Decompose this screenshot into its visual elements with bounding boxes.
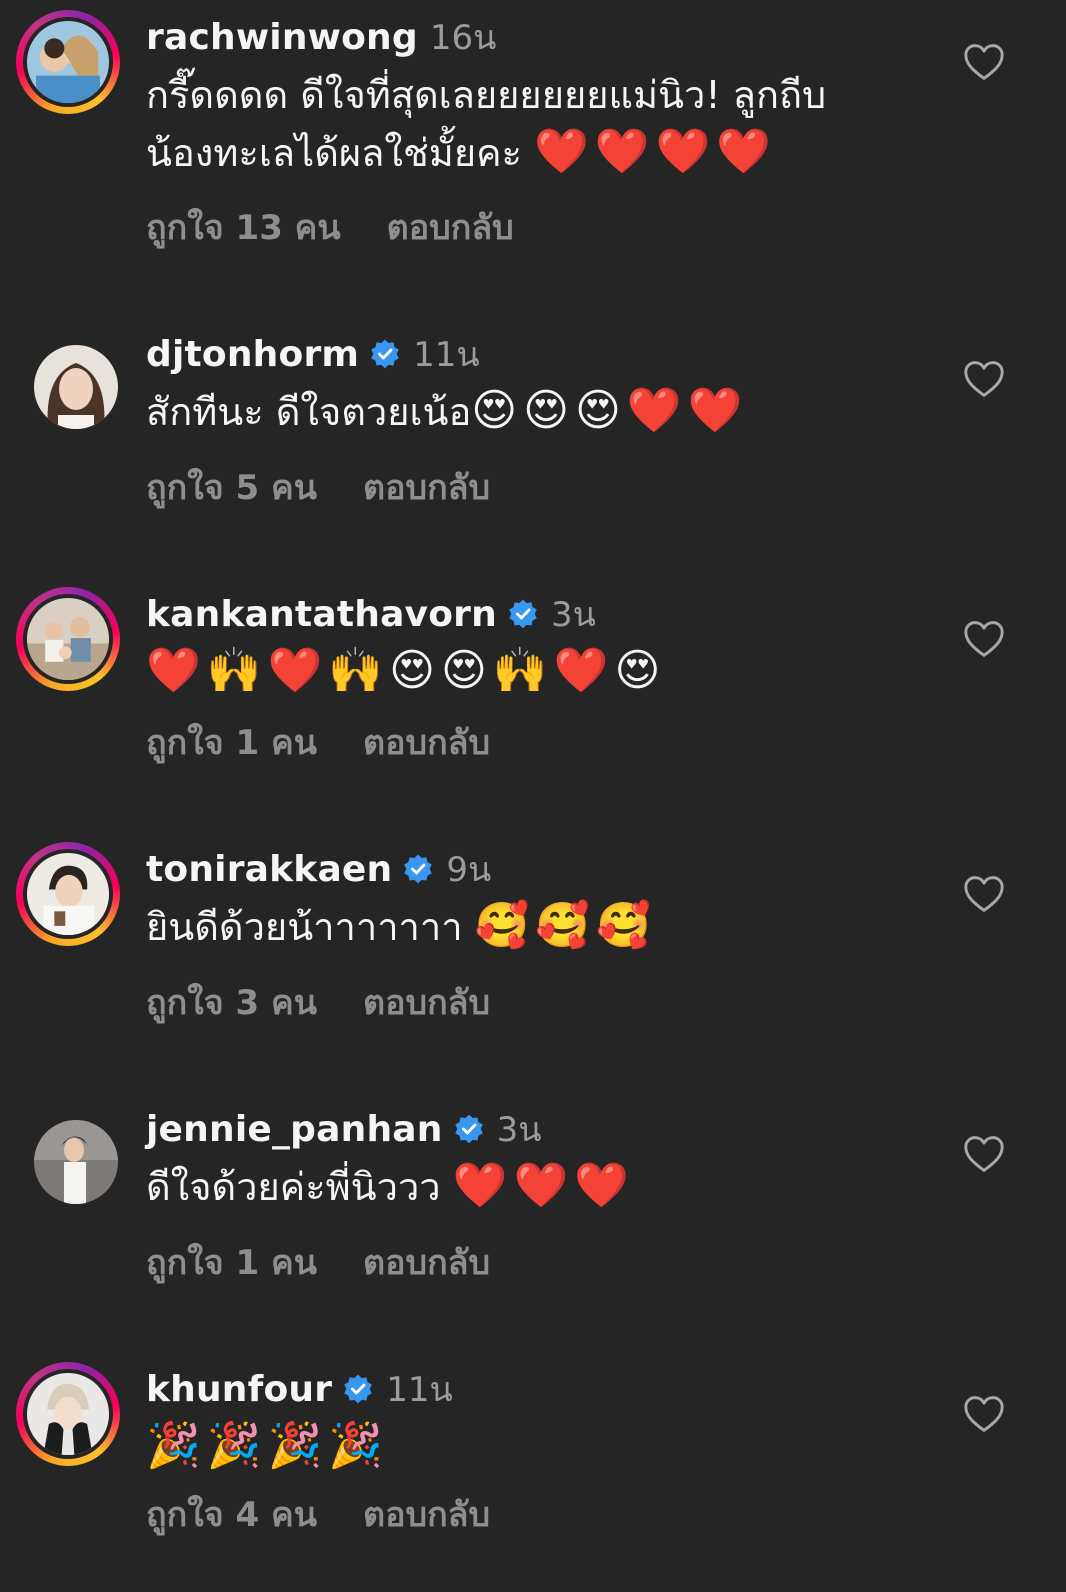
reply-button[interactable]: ตอบกลับ — [363, 715, 490, 769]
comment-emoji: 😍😍😍❤️❤️ — [471, 385, 749, 436]
comment-header: rachwinwong 16น — [146, 12, 496, 62]
comment-body: สักทีนะ ดีใจตวยเน้อ — [146, 390, 472, 434]
likes-count-link[interactable]: ถูกใจ 3 คน — [146, 975, 317, 1029]
comment-actions: ถูกใจ 1 คน ตอบกลับ — [146, 1238, 490, 1286]
username-link[interactable]: tonirakkaen — [146, 849, 392, 890]
comment-emoji: ❤️❤️❤️ — [452, 1160, 636, 1211]
verified-badge-icon — [402, 853, 434, 885]
avatar-story-ring[interactable] — [16, 10, 120, 114]
timestamp: 16น — [429, 18, 497, 58]
heart-icon[interactable] — [962, 619, 1006, 659]
comment-header: jennie_panhan 3น — [146, 1104, 542, 1154]
timestamp: 3น — [496, 1110, 542, 1150]
verified-badge-icon — [453, 1113, 485, 1145]
comment-text: ยินดีด้วยน้าาาาาาา 🥰🥰🥰 — [146, 898, 936, 956]
verified-badge-icon — [369, 338, 401, 370]
comment-text: กรี๊ดดดด ดีใจที่สุดเลยยยยยยแม่นิว! ลูกถี… — [146, 66, 936, 182]
likes-count-link[interactable]: ถูกใจ 1 คน — [146, 715, 317, 769]
timestamp: 11น — [413, 335, 480, 375]
comment-actions: ถูกใจ 4 คน ตอบกลับ — [146, 1490, 490, 1538]
username-link[interactable]: rachwinwong — [146, 17, 418, 58]
avatar — [34, 345, 118, 429]
likes-count-link[interactable]: ถูกใจ 13 คน — [146, 200, 341, 254]
comment-item: djtonhorm 11น สักทีนะ ดีใจตวยเน้อ😍😍😍❤️❤️… — [0, 317, 1066, 557]
comment-body: ยินดีด้วยน้าาาาาาา — [146, 905, 475, 949]
likes-count-link[interactable]: ถูกใจ 1 คน — [146, 1235, 317, 1289]
heart-icon[interactable] — [962, 1134, 1006, 1174]
comment-text: ดีใจด้วยค่ะพี่นิววว ❤️❤️❤️ — [146, 1158, 936, 1216]
comment-emoji: ❤️❤️❤️❤️ — [534, 126, 778, 177]
comment-text: ❤️🙌❤️🙌😍😍🙌❤️😍 — [146, 643, 936, 701]
username-link[interactable]: jennie_panhan — [146, 1109, 443, 1150]
comment-emoji: 🥰🥰🥰 — [474, 900, 657, 951]
heart-icon[interactable] — [962, 359, 1006, 399]
comment-item: rachwinwong 16น กรี๊ดดดด ดีใจที่สุดเลยยย… — [0, 0, 1066, 248]
reply-button[interactable]: ตอบกลับ — [363, 1235, 490, 1289]
likes-count-link[interactable]: ถูกใจ 5 คน — [146, 460, 317, 514]
avatar-frame[interactable] — [16, 327, 120, 431]
heart-icon[interactable] — [962, 42, 1006, 82]
verified-badge-icon — [342, 1373, 374, 1405]
likes-count-link[interactable]: ถูกใจ 4 คน — [146, 1487, 317, 1541]
username-link[interactable]: kankantathavorn — [146, 594, 497, 635]
avatar — [23, 17, 113, 107]
comment-header: kankantathavorn 3น — [146, 589, 596, 639]
comment-actions: ถูกใจ 1 คน ตอบกลับ — [146, 718, 490, 766]
avatar-story-ring[interactable] — [16, 587, 120, 691]
comment-header: tonirakkaen 9น — [146, 844, 491, 894]
heart-icon[interactable] — [962, 1394, 1006, 1434]
timestamp: 3น — [550, 595, 596, 635]
timestamp: 11น — [386, 1370, 453, 1410]
reply-button[interactable]: ตอบกลับ — [387, 200, 514, 254]
heart-icon[interactable] — [962, 874, 1006, 914]
comment-header: khunfour 11น — [146, 1364, 453, 1414]
comment-body: ดีใจด้วยค่ะพี่นิววว — [146, 1165, 453, 1209]
comment-header: djtonhorm 11น — [146, 329, 480, 379]
username-link[interactable]: khunfour — [146, 1369, 332, 1410]
timestamp: 9น — [446, 850, 492, 890]
comment-actions: ถูกใจ 13 คน ตอบกลับ — [146, 203, 514, 251]
reply-button[interactable]: ตอบกลับ — [363, 460, 490, 514]
avatar — [34, 1120, 118, 1204]
comment-text: สักทีนะ ดีใจตวยเน้อ😍😍😍❤️❤️ — [146, 383, 936, 441]
avatar — [23, 849, 113, 939]
reply-button[interactable]: ตอบกลับ — [363, 1487, 490, 1541]
verified-badge-icon — [507, 598, 539, 630]
avatar-story-ring[interactable] — [16, 1362, 120, 1466]
avatar-frame[interactable] — [16, 1102, 120, 1206]
comment-emoji: 🎉🎉🎉🎉 — [146, 1420, 390, 1471]
comment-item: tonirakkaen 9น ยินดีด้วยน้าาาาาาา 🥰🥰🥰 ถู… — [0, 832, 1066, 1072]
avatar-story-ring[interactable] — [16, 842, 120, 946]
comment-item: kankantathavorn 3น ❤️🙌❤️🙌😍😍🙌❤️😍 ถูกใจ 1 … — [0, 577, 1066, 817]
comment-item: khunfour 11น 🎉🎉🎉🎉 ถูกใจ 4 คน ตอบกลับ — [0, 1352, 1066, 1592]
comment-emoji: ❤️🙌❤️🙌😍😍🙌❤️😍 — [146, 645, 667, 696]
comment-actions: ถูกใจ 5 คน ตอบกลับ — [146, 463, 490, 511]
avatar — [23, 1369, 113, 1459]
comment-text: 🎉🎉🎉🎉 — [146, 1418, 936, 1476]
avatar — [23, 594, 113, 684]
comment-actions: ถูกใจ 3 คน ตอบกลับ — [146, 978, 490, 1026]
username-link[interactable]: djtonhorm — [146, 334, 359, 375]
comment-item: jennie_panhan 3น ดีใจด้วยค่ะพี่นิววว ❤️❤… — [0, 1092, 1066, 1332]
reply-button[interactable]: ตอบกลับ — [363, 975, 490, 1029]
